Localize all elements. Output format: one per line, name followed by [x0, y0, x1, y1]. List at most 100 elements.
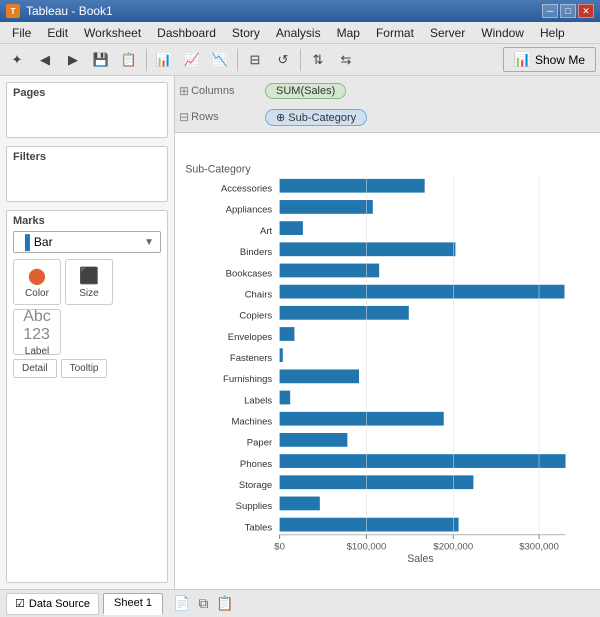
marks-detail-row: Detail Tooltip	[13, 359, 161, 378]
rows-pill[interactable]: ⊕ Sub-Category	[265, 109, 367, 126]
sheet1-label: Sheet 1	[114, 597, 152, 609]
svg-text:Fasteners: Fasteners	[230, 353, 273, 364]
rows-label-text: Rows	[191, 111, 219, 123]
rows-shelf-label: ⊟ Rows	[179, 110, 259, 124]
save-button[interactable]: 💾	[88, 47, 114, 73]
chart-canvas: Sub-Category Accessories Appliances Art …	[175, 133, 600, 589]
filters-title: Filters	[13, 151, 161, 163]
svg-text:Accessories: Accessories	[221, 184, 273, 195]
close-button[interactable]: ✕	[578, 4, 594, 18]
sheet1-tab[interactable]: Sheet 1	[103, 593, 163, 615]
columns-shelf-row: ⊞ Columns SUM(Sales)	[179, 78, 596, 104]
menu-bar: File Edit Worksheet Dashboard Story Anal…	[0, 22, 600, 44]
svg-text:Appliances: Appliances	[226, 205, 273, 216]
menu-window[interactable]: Window	[473, 22, 532, 43]
rows-pill-icon: ⊕	[276, 112, 288, 124]
title-bar: T Tableau - Book1 ─ □ ✕	[0, 0, 600, 22]
minimize-button[interactable]: ─	[542, 4, 558, 18]
columns-shelf-label: ⊞ Columns	[179, 84, 259, 98]
separator-2	[237, 49, 238, 71]
svg-text:Envelopes: Envelopes	[228, 332, 273, 343]
svg-text:Art: Art	[260, 226, 273, 237]
columns-label-text: Columns	[191, 85, 234, 97]
new-button[interactable]: ✦	[4, 47, 30, 73]
marks-type-label: Bar	[34, 235, 53, 249]
sort-asc-button[interactable]: ⇅	[305, 47, 331, 73]
size-button[interactable]: ⬛ Size	[65, 259, 113, 305]
refresh-button[interactable]: ↺	[270, 47, 296, 73]
svg-text:Phones: Phones	[240, 459, 273, 470]
menu-file[interactable]: File	[4, 22, 39, 43]
chart-area: ⊞ Columns SUM(Sales) ⊟ Rows ⊕ Sub-Catego…	[175, 76, 600, 589]
svg-text:Machines: Machines	[231, 417, 272, 428]
svg-text:Binders: Binders	[240, 247, 273, 258]
svg-text:Supplies: Supplies	[236, 501, 273, 512]
svg-text:Sales: Sales	[407, 553, 433, 565]
dropdown-arrow-icon: ▼	[144, 237, 154, 248]
filters-section: Filters	[6, 146, 168, 202]
rows-shelf-row: ⊟ Rows ⊕ Sub-Category	[179, 104, 596, 130]
svg-text:Tables: Tables	[245, 522, 273, 533]
detail-button[interactable]: Detail	[13, 359, 57, 378]
menu-server[interactable]: Server	[422, 22, 473, 43]
marks-buttons-container: ⬤ Color ⬛ Size Abc123 Label	[13, 259, 161, 355]
show-me-icon: 📊	[514, 51, 531, 68]
menu-worksheet[interactable]: Worksheet	[76, 22, 149, 43]
menu-edit[interactable]: Edit	[39, 22, 76, 43]
menu-story[interactable]: Story	[224, 22, 268, 43]
chart-combo-button[interactable]: 📉	[207, 47, 233, 73]
title-bar-left: T Tableau - Book1	[6, 4, 113, 18]
menu-dashboard[interactable]: Dashboard	[149, 22, 224, 43]
columns-grid-icon: ⊞	[179, 84, 189, 98]
svg-text:$200,000: $200,000	[433, 541, 473, 552]
pages-title: Pages	[13, 87, 161, 99]
chart-type-button[interactable]: 📊	[151, 47, 177, 73]
datasource-tab[interactable]: ☑ Data Source	[6, 593, 99, 615]
chart-bar-button[interactable]: 📈	[179, 47, 205, 73]
forward-button[interactable]: ▶	[60, 47, 86, 73]
size-icon: ⬛	[79, 266, 99, 286]
filter-button[interactable]: ⊟	[242, 47, 268, 73]
label-icon: Abc123	[23, 308, 51, 344]
left-panel: Pages Filters Marks ▐ Bar ▼ ⬤ Color ⬛	[0, 76, 175, 589]
marks-title: Marks	[13, 215, 161, 227]
menu-format[interactable]: Format	[368, 22, 422, 43]
marks-section: Marks ▐ Bar ▼ ⬤ Color ⬛ Size Abc123 Labe…	[6, 210, 168, 583]
maximize-button[interactable]: □	[560, 4, 576, 18]
new-dashboard-icon[interactable]: ⧉	[196, 593, 210, 614]
label-label: Label	[25, 346, 49, 357]
new-sheet-icon[interactable]: 📄	[171, 593, 192, 614]
columns-pill[interactable]: SUM(Sales)	[265, 83, 346, 99]
color-button[interactable]: ⬤ Color	[13, 259, 61, 305]
bar-chart-svg: Sub-Category Accessories Appliances Art …	[179, 137, 592, 585]
svg-text:Chairs: Chairs	[245, 289, 273, 300]
svg-text:Sub-Category: Sub-Category	[185, 164, 251, 176]
menu-analysis[interactable]: Analysis	[268, 22, 329, 43]
new-story-icon[interactable]: 📋	[214, 593, 235, 614]
datasource-label: Data Source	[29, 598, 90, 610]
window-title: Tableau - Book1	[26, 4, 113, 18]
bottom-bar: ☑ Data Source Sheet 1 📄 ⧉ 📋	[0, 589, 600, 617]
toolbar: ✦ ◀ ▶ 💾 📋 📊 📈 📉 ⊟ ↺ ⇅ ⇆ 📊 Show Me	[0, 44, 600, 76]
separator-1	[146, 49, 147, 71]
show-me-button[interactable]: 📊 Show Me	[503, 47, 596, 72]
svg-text:$0: $0	[274, 541, 285, 552]
color-label: Color	[25, 288, 49, 299]
back-button[interactable]: ◀	[32, 47, 58, 73]
separator-3	[300, 49, 301, 71]
tooltip-button[interactable]: Tooltip	[61, 359, 108, 378]
menu-help[interactable]: Help	[532, 22, 573, 43]
title-bar-controls[interactable]: ─ □ ✕	[542, 4, 594, 18]
duplicate-button[interactable]: 📋	[116, 47, 142, 73]
datasource-icon: ☑	[15, 597, 25, 610]
sort-desc-button[interactable]: ⇆	[333, 47, 359, 73]
svg-text:Furnishings: Furnishings	[223, 374, 272, 385]
rows-pill-text: Sub-Category	[288, 112, 356, 124]
svg-text:$300,000: $300,000	[519, 541, 559, 552]
marks-type-dropdown[interactable]: ▐ Bar ▼	[13, 231, 161, 253]
bottom-icons: 📄 ⧉ 📋	[171, 593, 236, 614]
label-button[interactable]: Abc123 Label	[13, 309, 61, 355]
menu-map[interactable]: Map	[329, 22, 368, 43]
svg-text:Storage: Storage	[239, 480, 272, 491]
app-icon: T	[6, 4, 20, 18]
